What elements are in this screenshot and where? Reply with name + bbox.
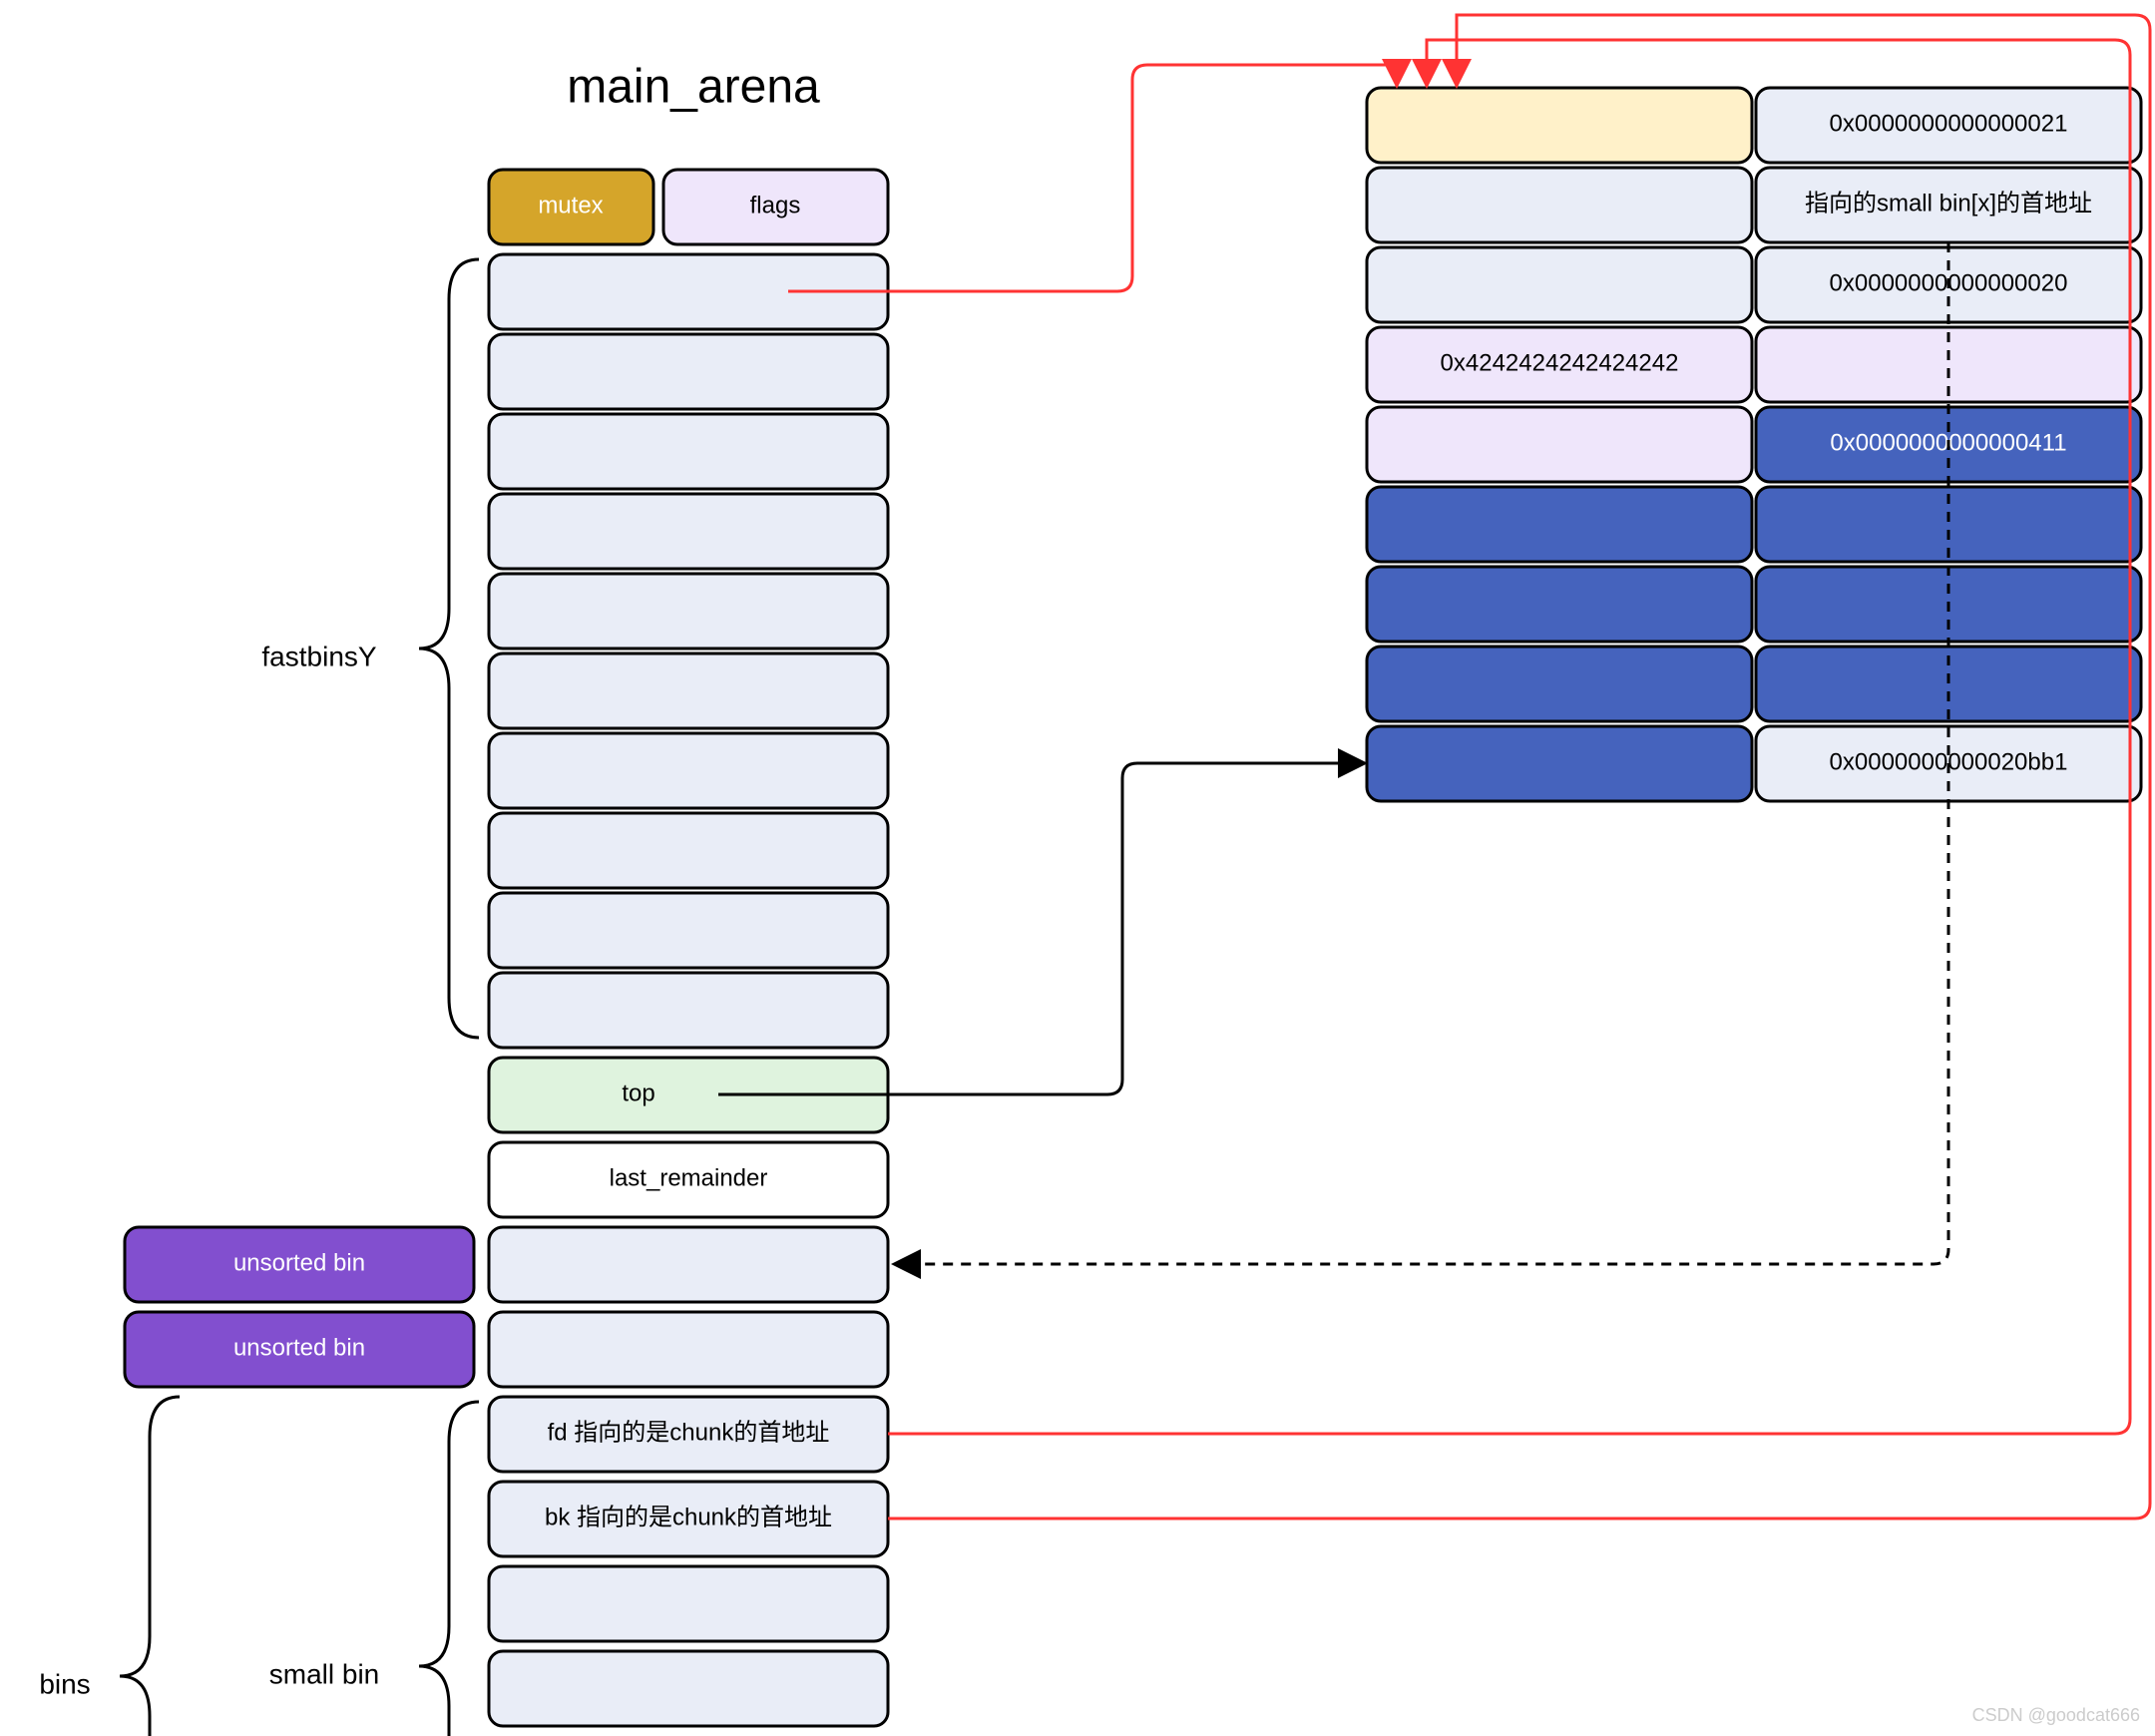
fastbin-row-9 <box>489 973 888 1048</box>
unsorted-bin-label-0: unsorted bin <box>233 1249 365 1276</box>
fd-label: fd 指向的是chunk的首地址 <box>548 1419 830 1446</box>
flags-label: flags <box>750 192 801 218</box>
top-label: top <box>622 1080 654 1106</box>
fastbin-row-8 <box>489 893 888 968</box>
chunk-r1-right-text: 指向的small bin[x]的首地址 <box>1805 190 2092 217</box>
bins-brace <box>120 1397 180 1736</box>
chunk-r1-left <box>1367 168 1752 242</box>
bk-label: bk 指向的是chunk的首地址 <box>545 1504 832 1530</box>
fastbin-row-6 <box>489 733 888 808</box>
fastbin-row-2 <box>489 414 888 489</box>
fastbin-row-4 <box>489 574 888 649</box>
chunk-r4-left <box>1367 407 1752 482</box>
watermark: CSDN @goodcat666 <box>1972 1705 2140 1725</box>
fastbin-row-1 <box>489 334 888 409</box>
bins-row-0 <box>489 1227 888 1302</box>
unsorted-bin-label-1: unsorted bin <box>233 1334 365 1361</box>
fastbin-row-5 <box>489 653 888 728</box>
chunk-r0-left <box>1367 88 1752 163</box>
smallbin-brace <box>419 1402 479 1736</box>
smallbin-label: small bin <box>269 1658 379 1689</box>
bins-row-5 <box>489 1651 888 1726</box>
fastbinsY-brace <box>419 259 479 1038</box>
fastbin-row-3 <box>489 494 888 569</box>
chunk-r3-left-text: 0x4242424242424242 <box>1441 349 1679 376</box>
fastbin-row-7 <box>489 813 888 888</box>
bins-row-4 <box>489 1566 888 1641</box>
fastbinsY-label: fastbinsY <box>261 641 376 671</box>
last-remainder-label: last_remainder <box>610 1164 768 1191</box>
bins-label: bins <box>39 1668 90 1699</box>
mutex-label: mutex <box>538 192 603 218</box>
chunk-r0-right-text: 0x0000000000000021 <box>1830 110 2068 137</box>
title: main_arena <box>567 61 820 114</box>
diagram-canvas: main_arena mutex flags fastbinsY top las… <box>0 0 2155 1736</box>
chunk-r6-left <box>1367 567 1752 642</box>
chunk-r2-left <box>1367 247 1752 322</box>
bins-row-1 <box>489 1312 888 1387</box>
chunk-r8-left <box>1367 726 1752 801</box>
chunk-r7-left <box>1367 647 1752 721</box>
chunk-r5-left <box>1367 487 1752 562</box>
